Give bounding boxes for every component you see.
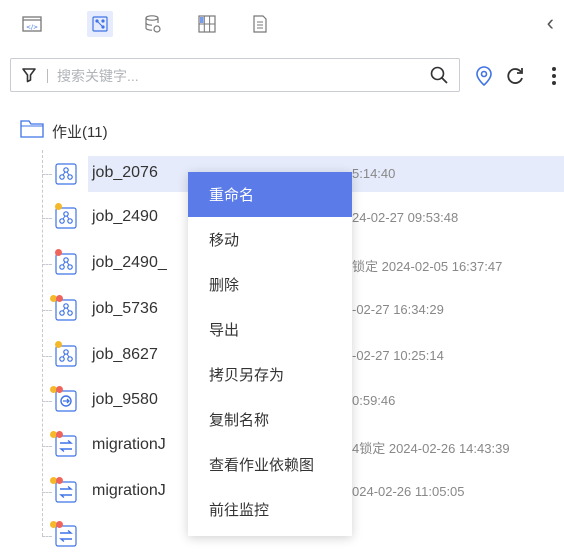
status-badge-dot: [56, 521, 63, 528]
tree-connector: [42, 446, 52, 447]
database-icon[interactable]: [140, 11, 166, 37]
status-badge-dot: [56, 477, 63, 484]
search-box: [10, 58, 460, 92]
divider: [47, 69, 48, 83]
job-meta: -02-27 10:25:14: [352, 348, 444, 363]
locate-icon[interactable]: [475, 65, 493, 92]
context-menu-item[interactable]: 前往监控: [188, 487, 352, 532]
job-name: job_2490: [92, 208, 158, 225]
job-meta: 5:14:40: [352, 166, 396, 181]
status-badge-dot: [55, 203, 62, 210]
context-menu-item[interactable]: 重命名: [188, 172, 352, 217]
status-badge-dot: [55, 249, 62, 256]
context-menu: 重命名 移动 删除 导出 拷贝另存为 复制名称 查看作业依赖图 前往监控: [188, 172, 352, 536]
folder-icon: [20, 119, 44, 144]
job-meta: 4锁定 2024-02-26 14:43:39: [352, 441, 510, 456]
status-badge-dot: [56, 431, 63, 438]
job-name: job_9580: [92, 391, 158, 408]
workflow-icon[interactable]: [87, 11, 113, 37]
tree-connector: [42, 401, 52, 402]
context-menu-item[interactable]: 复制名称: [188, 397, 352, 442]
context-menu-item[interactable]: 导出: [188, 307, 352, 352]
context-menu-item[interactable]: 删除: [188, 262, 352, 307]
status-badge-dot: [56, 386, 63, 393]
folder-node[interactable]: 作业(11): [20, 118, 108, 144]
job-meta: 24-02-27 09:53:48: [352, 210, 459, 225]
job-name: job_2490_: [92, 254, 167, 271]
job-name: job_5736: [92, 300, 158, 317]
job-name: job_2076: [92, 164, 158, 181]
collapse-panel-icon[interactable]: ‹: [547, 10, 554, 36]
tree-connector: [42, 218, 52, 219]
tree-connector: [42, 536, 52, 537]
context-menu-item[interactable]: 查看作业依赖图: [188, 442, 352, 487]
job-meta: 024-02-26 11:05:05: [352, 484, 465, 499]
workflow-icon: [54, 162, 78, 186]
filter-icon[interactable]: [21, 67, 37, 88]
grid-table-icon[interactable]: [194, 11, 220, 37]
document-icon[interactable]: [247, 11, 273, 37]
job-name: migrationJ: [92, 482, 166, 499]
job-meta: 锁定 2024-02-05 16:37:47: [352, 259, 503, 274]
code-window-icon[interactable]: </>: [19, 11, 45, 37]
job-meta: 0:59:46: [352, 393, 396, 408]
status-badge-dot: [56, 295, 63, 302]
tree-connector: [42, 356, 52, 357]
context-menu-item[interactable]: 移动: [188, 217, 352, 262]
search-input[interactable]: [55, 63, 399, 89]
status-badge-dot: [55, 341, 62, 348]
refresh-icon[interactable]: [505, 66, 525, 91]
more-icon[interactable]: [551, 66, 557, 91]
job-name: migrationJ: [92, 436, 166, 453]
folder-label: 作业(11): [52, 123, 108, 141]
tree-connector: [42, 492, 52, 493]
toolbar: </> ‹: [0, 0, 564, 50]
tree-connector: [42, 174, 52, 175]
search-icon[interactable]: [429, 65, 449, 90]
tree-connector: [42, 310, 52, 311]
job-meta: -02-27 16:34:29: [352, 302, 444, 317]
tree-connector: [42, 264, 52, 265]
svg-text:</>: </>: [26, 24, 38, 31]
job-name: job_8627: [92, 346, 158, 363]
context-menu-item[interactable]: 拷贝另存为: [188, 352, 352, 397]
